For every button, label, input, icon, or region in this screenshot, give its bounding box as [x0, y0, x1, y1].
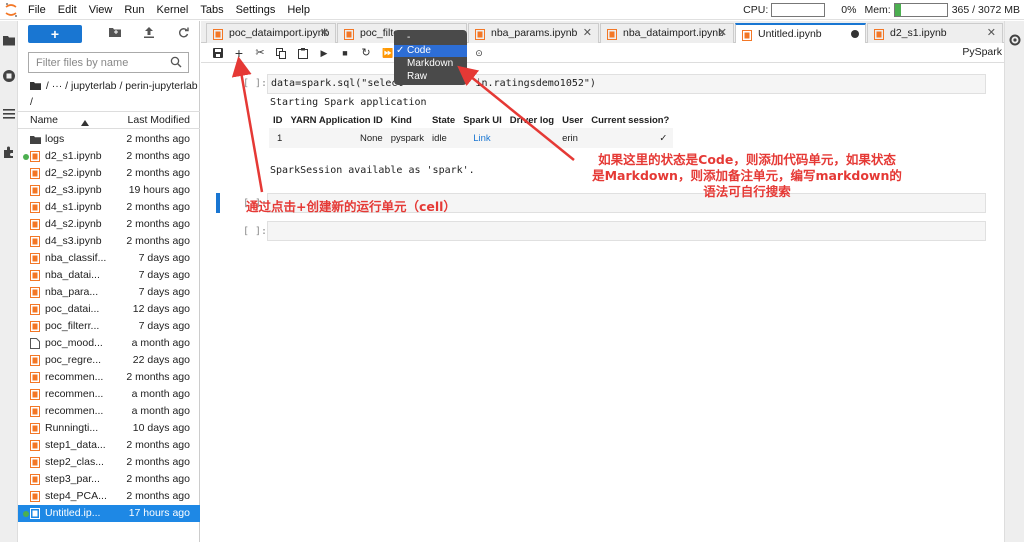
right-sidebar	[1004, 21, 1024, 542]
arrow-to-insert-button	[231, 56, 264, 193]
annotation-line-2: 是Markdown，则添加备注单元，编写markdown的	[592, 168, 902, 183]
arrow-to-cell-type-dropdown	[457, 65, 575, 161]
annotation-line-1: 如果这里的状态是Code，则添加代码单元，如果状态	[598, 152, 896, 167]
property-inspector-icon[interactable]	[1008, 33, 1022, 47]
annotation-arrows	[231, 56, 575, 193]
annotation-line-3: 语法可自行搜索	[703, 184, 791, 199]
annotation-insert-note: 通过点击+创建新的运行单元（cell）	[246, 199, 456, 214]
annotation-cell-type-note: 如果这里的状态是Code，则添加代码单元，如果状态 是Markdown，则添加备…	[574, 152, 920, 200]
